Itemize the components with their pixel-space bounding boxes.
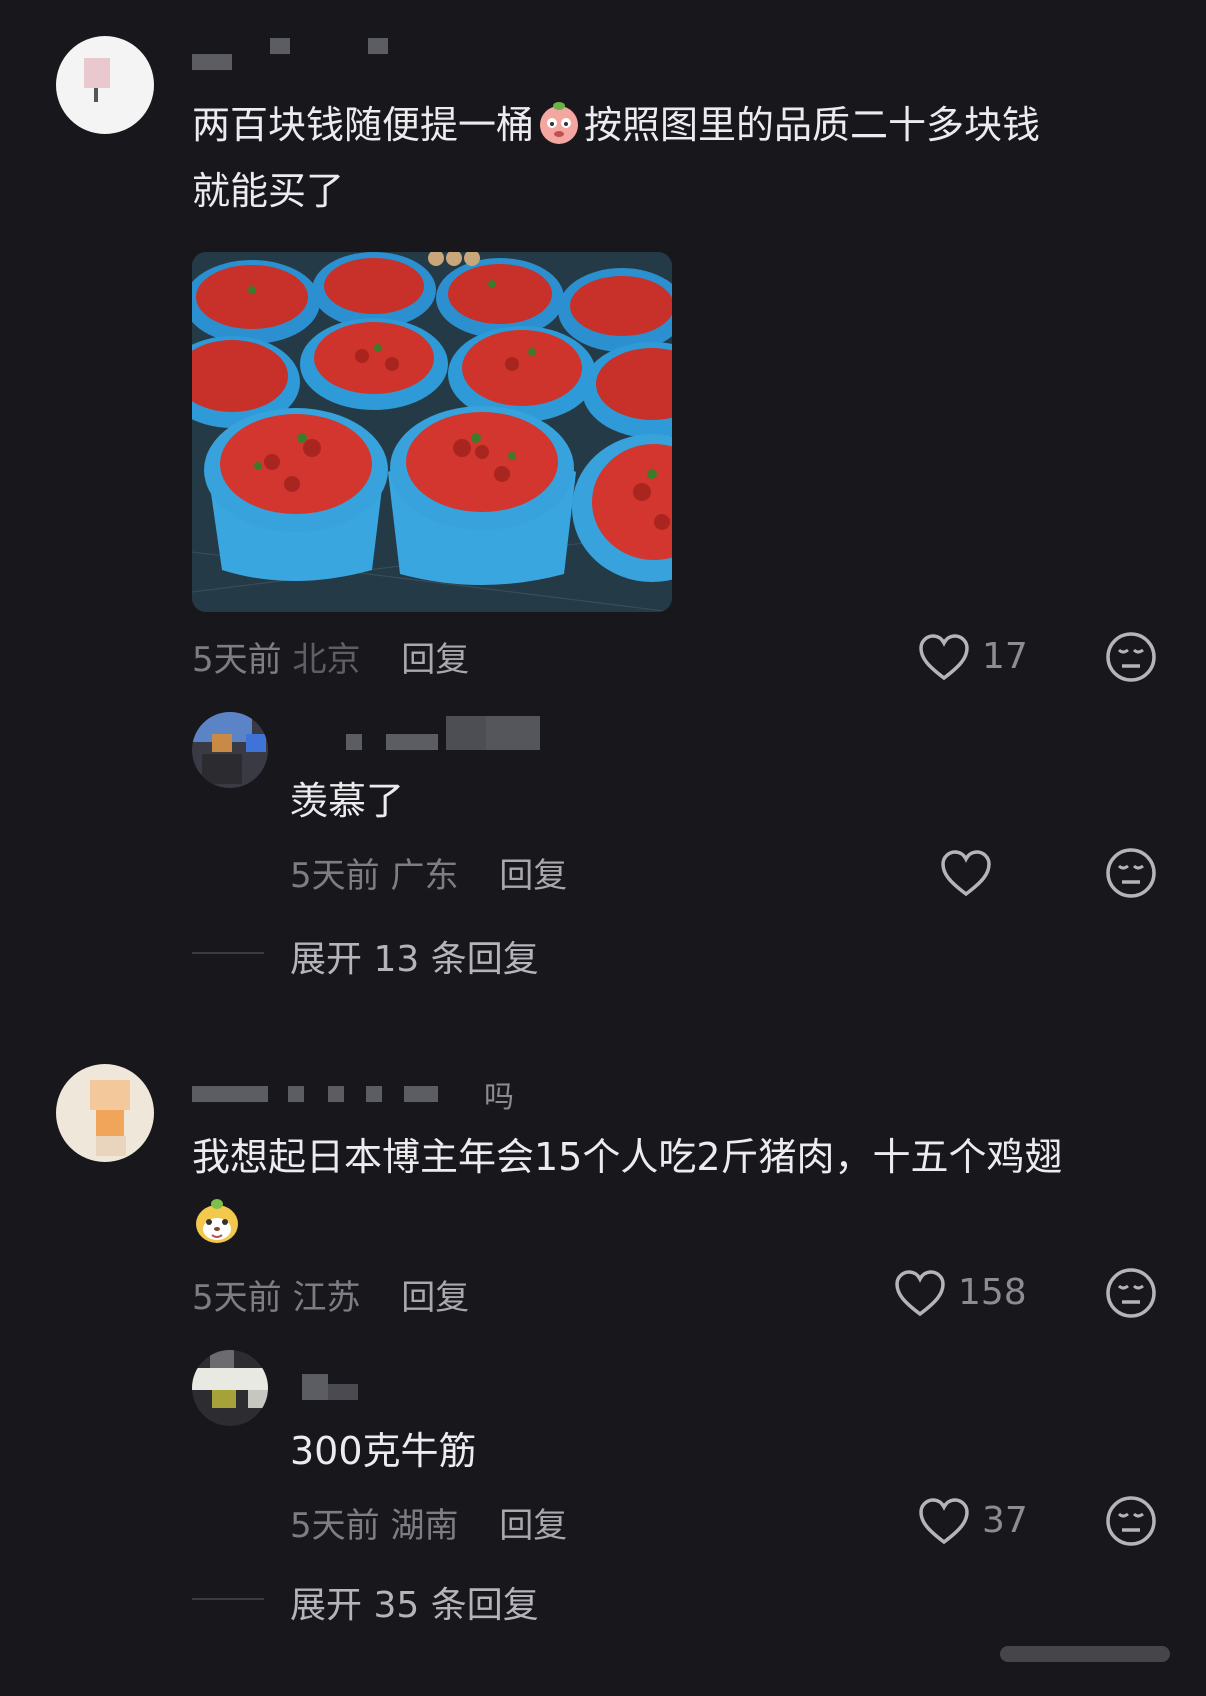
like-button[interactable]: 37 [918,1494,1038,1550]
like-button[interactable] [940,846,1000,902]
location-redacted: 北京 [292,640,361,680]
heart-icon [919,634,969,681]
username-redacted[interactable] [192,34,412,74]
meerkat-emoji-icon [192,1196,242,1246]
reply-avatar[interactable] [192,712,268,788]
dislike-button[interactable] [1104,1494,1158,1548]
meh-face-icon [1106,632,1156,682]
reply-username-redacted[interactable] [292,1360,372,1404]
comment-meta: 5天前 江苏 回复 [192,1278,470,1318]
comment-image[interactable] [192,252,672,612]
expand-divider [192,952,264,954]
username-suffix: 吗 [484,1080,514,1115]
watermark [1000,1640,1180,1668]
dislike-button[interactable] [1104,846,1158,900]
meh-face-icon [1106,1496,1156,1546]
avatar[interactable] [56,36,154,134]
reply-text: 羡慕了 [290,779,405,823]
avatar[interactable] [56,1064,154,1162]
reply-button[interactable]: 回复 [499,856,567,896]
reply-button[interactable]: 回复 [401,1278,469,1318]
reply-avatar[interactable] [192,1350,268,1426]
reply-meta: 5天前 广东 回复 [290,856,568,896]
like-button[interactable]: 158 [894,1266,1054,1322]
heart-icon [941,850,991,897]
meh-face-icon [1106,848,1156,898]
peach-emoji-icon [536,100,582,146]
comment-text: 两百块钱随便提一桶 按照图里的品质二十多块钱 就能买了 [192,92,1152,224]
like-count: 17 [982,636,1028,677]
reply-button[interactable]: 回复 [499,1506,567,1546]
reply-button[interactable]: 回复 [401,640,469,680]
comment-text: 我想起日本博主年会15个人吃2斤猪肉，十五个鸡翅 [192,1124,1172,1256]
reply-text: 300克牛筋 [290,1429,477,1473]
comment-meta: 5天前 北京 回复 [192,640,470,680]
like-count: 158 [958,1272,1027,1313]
reply-meta: 5天前 湖南 回复 [290,1506,568,1546]
like-count: 37 [982,1500,1028,1541]
reply-username-redacted[interactable] [346,712,546,754]
username-redacted[interactable]: 吗 [192,1064,552,1115]
like-button[interactable]: 17 [918,630,1038,686]
dislike-button[interactable] [1104,1266,1158,1320]
heart-icon [895,1270,945,1317]
expand-replies-button[interactable]: 展开 35 条回复 [290,1576,539,1628]
strawberry-buckets-photo [192,252,672,612]
expand-replies-button[interactable]: 展开 13 条回复 [290,930,539,982]
heart-icon [919,1498,969,1545]
expand-divider [192,1598,264,1600]
meh-face-icon [1106,1268,1156,1318]
dislike-button[interactable] [1104,630,1158,684]
